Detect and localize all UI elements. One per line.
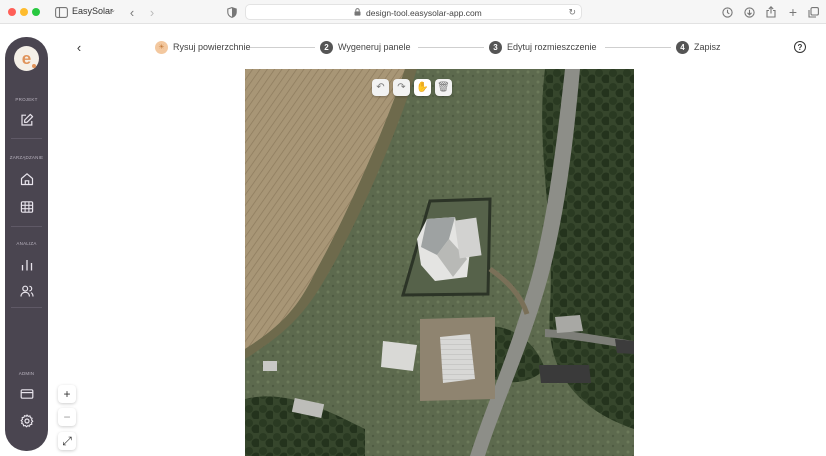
bar-chart-icon	[21, 259, 32, 270]
sidebar-item-panels[interactable]	[16, 196, 37, 217]
step-connector	[418, 47, 484, 48]
reload-icon[interactable]: ↻	[568, 7, 576, 18]
step-label: Edytuj rozmieszczenie	[507, 42, 597, 52]
step-draw-surfaces[interactable]: ☀ Rysuj powierzchnie	[155, 40, 251, 54]
help-icon[interactable]: ?	[794, 41, 806, 53]
pan-hand-button[interactable]: ✋	[414, 79, 431, 96]
tab-group-name[interactable]: EasySolar	[72, 6, 113, 16]
map-toolbar: ↶ ↷ ✋ 🗑	[372, 79, 452, 96]
tab-overview-icon[interactable]	[806, 4, 820, 20]
section-label-analiza: ANALIZA	[16, 241, 37, 246]
section-label-zarzadzanie: ZARZĄDZANIE	[9, 155, 44, 160]
step-connector	[250, 47, 315, 48]
download-icon[interactable]	[742, 4, 756, 20]
step-edit-layout[interactable]: 3 Edytuj rozmieszczenie	[489, 40, 597, 54]
sidebar-item-clients[interactable]	[16, 280, 37, 301]
url-text: design-tool.easysolar-app.com	[366, 8, 482, 18]
sidebar-item-edit[interactable]	[16, 109, 37, 130]
step-label: Wygeneruj panele	[338, 42, 411, 52]
home-icon	[20, 172, 33, 185]
step-1-sun-icon: ☀	[155, 40, 168, 54]
fit-view-button[interactable]: ⤢	[58, 432, 76, 450]
sidebar-item-projects[interactable]	[16, 168, 37, 189]
step-generate-panels[interactable]: 2 Wygeneruj panele	[320, 40, 410, 54]
close-window-button[interactable]	[8, 8, 16, 16]
gear-icon	[20, 413, 33, 427]
credit-card-icon	[20, 388, 33, 399]
sidebar-toggle-icon[interactable]	[54, 4, 68, 20]
undo-button[interactable]: ↶	[372, 79, 389, 96]
browser-toolbar: EasySolar ⌄ ‹ › design-tool.easysolar-ap…	[0, 0, 826, 24]
redo-button[interactable]: ↷	[393, 79, 410, 96]
privacy-shield-icon[interactable]	[226, 4, 238, 20]
solar-panel-icon	[20, 200, 33, 213]
sidebar-divider	[11, 138, 42, 139]
section-label-admin: ADMIN	[18, 371, 35, 376]
users-icon	[19, 285, 34, 297]
step-label: Zapisz	[694, 42, 721, 52]
address-bar[interactable]: design-tool.easysolar-app.com ↻	[245, 4, 582, 20]
easysolar-logo[interactable]: e	[14, 46, 39, 71]
delete-button[interactable]: 🗑	[435, 79, 452, 96]
zoom-in-button[interactable]: +	[58, 385, 76, 403]
back-button[interactable]: ‹	[72, 40, 86, 55]
sidebar: e PROJEKT ZARZĄDZANIE ANALIZA ADMIN	[5, 37, 48, 451]
history-icon[interactable]	[720, 4, 734, 20]
sidebar-item-billing[interactable]	[16, 383, 37, 404]
zoom-out-button[interactable]: −	[58, 408, 76, 426]
browser-back-icon[interactable]: ‹	[126, 4, 138, 20]
section-label-projekt: PROJEKT	[15, 97, 38, 102]
step-connector	[605, 47, 671, 48]
step-number: 4	[676, 40, 689, 54]
chevron-down-icon[interactable]: ⌄	[110, 6, 116, 14]
lock-icon	[354, 8, 361, 18]
sidebar-item-settings[interactable]	[16, 410, 37, 431]
edit-icon	[20, 113, 33, 126]
sidebar-divider	[11, 226, 42, 227]
logo-letter: e	[21, 49, 32, 68]
new-tab-icon[interactable]: +	[786, 4, 800, 20]
browser-forward-icon[interactable]: ›	[146, 4, 158, 20]
step-number: 2	[320, 40, 333, 54]
share-icon[interactable]	[764, 4, 778, 20]
satellite-map[interactable]	[245, 69, 634, 456]
maximize-window-button[interactable]	[32, 8, 40, 16]
step-save[interactable]: 4 Zapisz	[676, 40, 721, 54]
sidebar-item-analytics[interactable]	[16, 254, 37, 275]
logo-dot	[32, 64, 36, 68]
sidebar-divider	[11, 307, 42, 308]
step-label: Rysuj powierzchnie	[173, 42, 251, 52]
satellite-imagery	[245, 69, 634, 456]
minimize-window-button[interactable]	[20, 8, 28, 16]
step-number: 3	[489, 40, 502, 54]
